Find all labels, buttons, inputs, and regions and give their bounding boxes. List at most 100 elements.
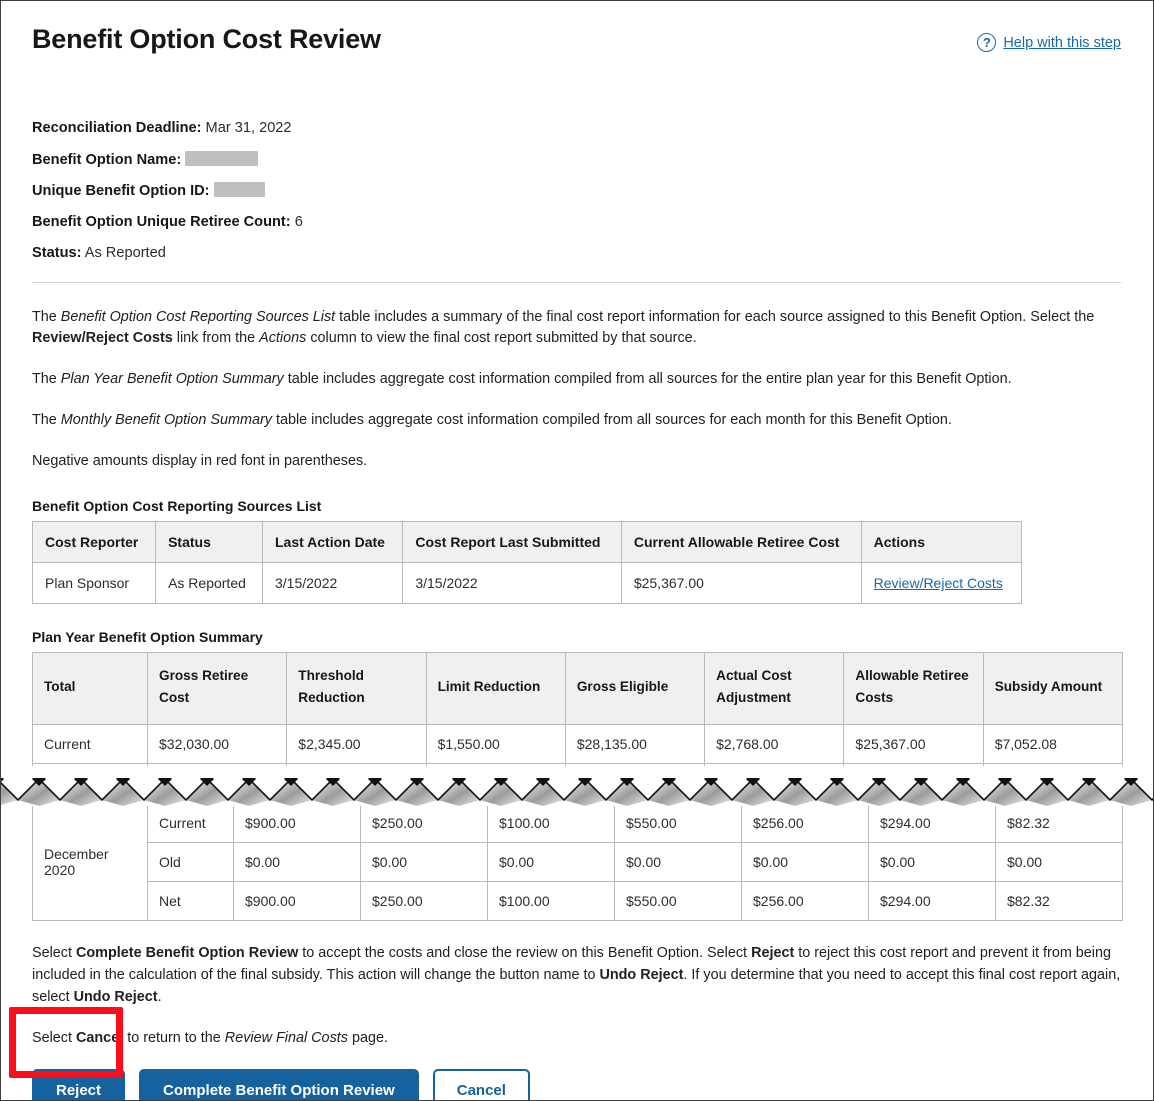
table-row: Net $900.00 $250.00 $100.00 $550.00 $256… bbox=[33, 880, 1123, 921]
redacted-value bbox=[213, 181, 265, 197]
meta-status: Status: As Reported bbox=[32, 244, 1121, 262]
meta-label: Reconciliation Deadline: bbox=[32, 120, 202, 137]
cell-last-action-date: 3/15/2022 bbox=[261, 562, 404, 605]
cell-month-label: December 2020 bbox=[32, 802, 148, 921]
meta-label: Benefit Option Name: bbox=[32, 151, 182, 168]
cell-value: $0.00 bbox=[995, 841, 1123, 882]
cell-value: $256.00 bbox=[741, 880, 869, 921]
column-header-current-allowable-retiree-cost: Current Allowable Retiree Cost bbox=[620, 521, 862, 564]
cell-value: $0.00 bbox=[741, 841, 869, 882]
cell-value: $0.00 bbox=[614, 841, 742, 882]
meta-value: Mar 31, 2022 bbox=[205, 120, 292, 137]
instruction-paragraph-2: The Plan Year Benefit Option Summary tab… bbox=[32, 369, 1121, 391]
cell-value: $100.00 bbox=[487, 880, 615, 921]
text-fragment: table includes aggregate cost informatio… bbox=[283, 371, 1012, 388]
cell-value: $2,345.00 bbox=[286, 723, 427, 764]
text-fragment: page. bbox=[347, 1029, 388, 1046]
text-fragment: Select bbox=[32, 944, 76, 961]
cell-value: $294.00 bbox=[868, 880, 996, 921]
text-emphasis: Benefit Option Cost Reporting Sources Li… bbox=[60, 308, 336, 325]
footer-paragraph-1: Select Complete Benefit Option Review to… bbox=[32, 943, 1121, 1009]
cell-actions[interactable]: Review/Reject Costs bbox=[860, 562, 1023, 605]
cell-value: $0.00 bbox=[360, 841, 488, 882]
column-header-status: Status bbox=[155, 521, 263, 564]
cell-value: $0.00 bbox=[868, 841, 996, 882]
cell-value: $256.00 bbox=[741, 802, 869, 843]
text-strong: Complete Benefit Option Review bbox=[76, 944, 299, 961]
cell-row-label: Current bbox=[32, 723, 148, 764]
help-with-this-step-link[interactable]: ? Help with this step bbox=[977, 33, 1121, 52]
text-fragment: . bbox=[157, 988, 162, 1005]
text-fragment: Select bbox=[32, 1029, 76, 1046]
cell-value: $28,135.00 bbox=[564, 723, 706, 764]
cell-status: As Reported bbox=[155, 562, 263, 605]
review-reject-costs-link[interactable]: Review/Reject Costs bbox=[874, 575, 1003, 591]
column-header-allowable-retiree-costs: Allowable Retiree Costs bbox=[843, 652, 984, 725]
text-fragment: table includes aggregate cost informatio… bbox=[271, 412, 952, 429]
meta-unique-retiree-count: Benefit Option Unique Retiree Count: 6 bbox=[32, 213, 1121, 231]
column-header-limit-reduction: Limit Reduction bbox=[425, 652, 566, 725]
cell-value: $13,072.00 bbox=[843, 762, 984, 803]
text-fragment: column to view the final cost report sub… bbox=[306, 330, 697, 347]
cell-value: $2,768.00 bbox=[704, 723, 845, 764]
page-inner: Benefit Option Cost Review ? Help with t… bbox=[1, 1, 1153, 1100]
column-header-cost-reporter: Cost Reporter bbox=[31, 521, 157, 564]
cell-value: $550.00 bbox=[614, 802, 742, 843]
text-fragment: The bbox=[32, 412, 61, 429]
cost-reporting-sources-table: Cost Reporter Status Last Action Date Co… bbox=[31, 521, 1023, 605]
question-mark-circle-icon: ? bbox=[977, 33, 997, 52]
text-fragment: The bbox=[32, 371, 61, 388]
table-row: Plan Sponsor As Reported 3/15/2022 3/15/… bbox=[31, 562, 1023, 605]
meta-value: 6 bbox=[294, 214, 303, 231]
text-strong: Reject bbox=[751, 944, 795, 961]
page-container: Benefit Option Cost Review ? Help with t… bbox=[0, 0, 1154, 1101]
cell-value: $0.00 bbox=[487, 841, 615, 882]
plan-year-benefit-option-summary-table: Total Gross Retiree Cost Threshold Reduc… bbox=[32, 652, 1124, 803]
month-year: 2020 bbox=[44, 861, 76, 878]
text-strong: Review/Reject Costs bbox=[32, 330, 173, 347]
redacted-value bbox=[185, 150, 259, 166]
footer-paragraph-2: Select Cancel to return to the Review Fi… bbox=[32, 1028, 1121, 1050]
reject-button[interactable]: Reject bbox=[32, 1069, 126, 1100]
cell-row-label: Current bbox=[147, 802, 234, 843]
divider bbox=[32, 281, 1121, 283]
text-strong: Undo Reject bbox=[599, 966, 684, 983]
table-header-row: Total Gross Retiree Cost Threshold Reduc… bbox=[32, 652, 1124, 725]
column-header-gross-eligible: Gross Eligible bbox=[564, 652, 706, 725]
instruction-paragraph-1: The Benefit Option Cost Reporting Source… bbox=[32, 307, 1121, 351]
help-link-label[interactable]: Help with this step bbox=[1003, 35, 1121, 51]
cell-row-label: Net bbox=[147, 880, 234, 921]
sources-table-caption: Benefit Option Cost Reporting Sources Li… bbox=[32, 498, 322, 515]
text-fragment: to accept the costs and close the review… bbox=[298, 944, 752, 961]
cell-value: $550.00 bbox=[614, 880, 742, 921]
plan-year-table-caption: Plan Year Benefit Option Summary bbox=[32, 629, 263, 646]
cell-value: $900.00 bbox=[233, 880, 361, 921]
cell-value: $900.00 bbox=[233, 802, 361, 843]
column-header-threshold-reduction: Threshold Reduction bbox=[286, 652, 427, 725]
table-row: Current $32,030.00 $2,345.00 $1,550.00 $… bbox=[32, 723, 1124, 764]
instruction-paragraph-3: The Monthly Benefit Option Summary table… bbox=[32, 410, 1121, 432]
cell-value: $32,030.00 bbox=[146, 723, 288, 764]
text-emphasis: Monthly Benefit Option Summary bbox=[60, 412, 272, 429]
column-header-actions: Actions bbox=[860, 521, 1023, 564]
cell-value: $100.00 bbox=[487, 802, 615, 843]
meta-label: Benefit Option Unique Retiree Count: bbox=[32, 214, 291, 231]
monthly-benefit-option-summary-table: December 2020 Current $900.00 $250.00 $10… bbox=[32, 802, 1123, 921]
text-fragment: The bbox=[32, 308, 61, 325]
text-strong: Cancel bbox=[76, 1029, 124, 1046]
cell-value: $1,550.00 bbox=[425, 723, 566, 764]
cell-value: $82.32 bbox=[995, 880, 1123, 921]
text-fragment: to return to the bbox=[123, 1029, 225, 1046]
column-header-cost-report-last-submitted: Cost Report Last Submitted bbox=[402, 521, 622, 564]
meta-reconciliation-deadline: Reconciliation Deadline: Mar 31, 2022 bbox=[32, 119, 1121, 137]
cell-value: $0.00 bbox=[286, 762, 427, 803]
text-fragment: link from the bbox=[172, 330, 260, 347]
complete-benefit-option-review-button[interactable]: Complete Benefit Option Review bbox=[139, 1069, 419, 1100]
cell-value: $13,072.00 bbox=[146, 762, 288, 803]
meta-value: As Reported bbox=[84, 245, 166, 262]
cell-cost-report-last-submitted: 3/15/2022 bbox=[402, 562, 622, 605]
meta-benefit-option-name: Benefit Option Name: bbox=[32, 150, 1121, 169]
cancel-button[interactable]: Cancel bbox=[432, 1069, 530, 1100]
column-header-actual-cost-adjustment: Actual Cost Adjustment bbox=[704, 652, 845, 725]
meta-label: Status: bbox=[32, 245, 82, 262]
